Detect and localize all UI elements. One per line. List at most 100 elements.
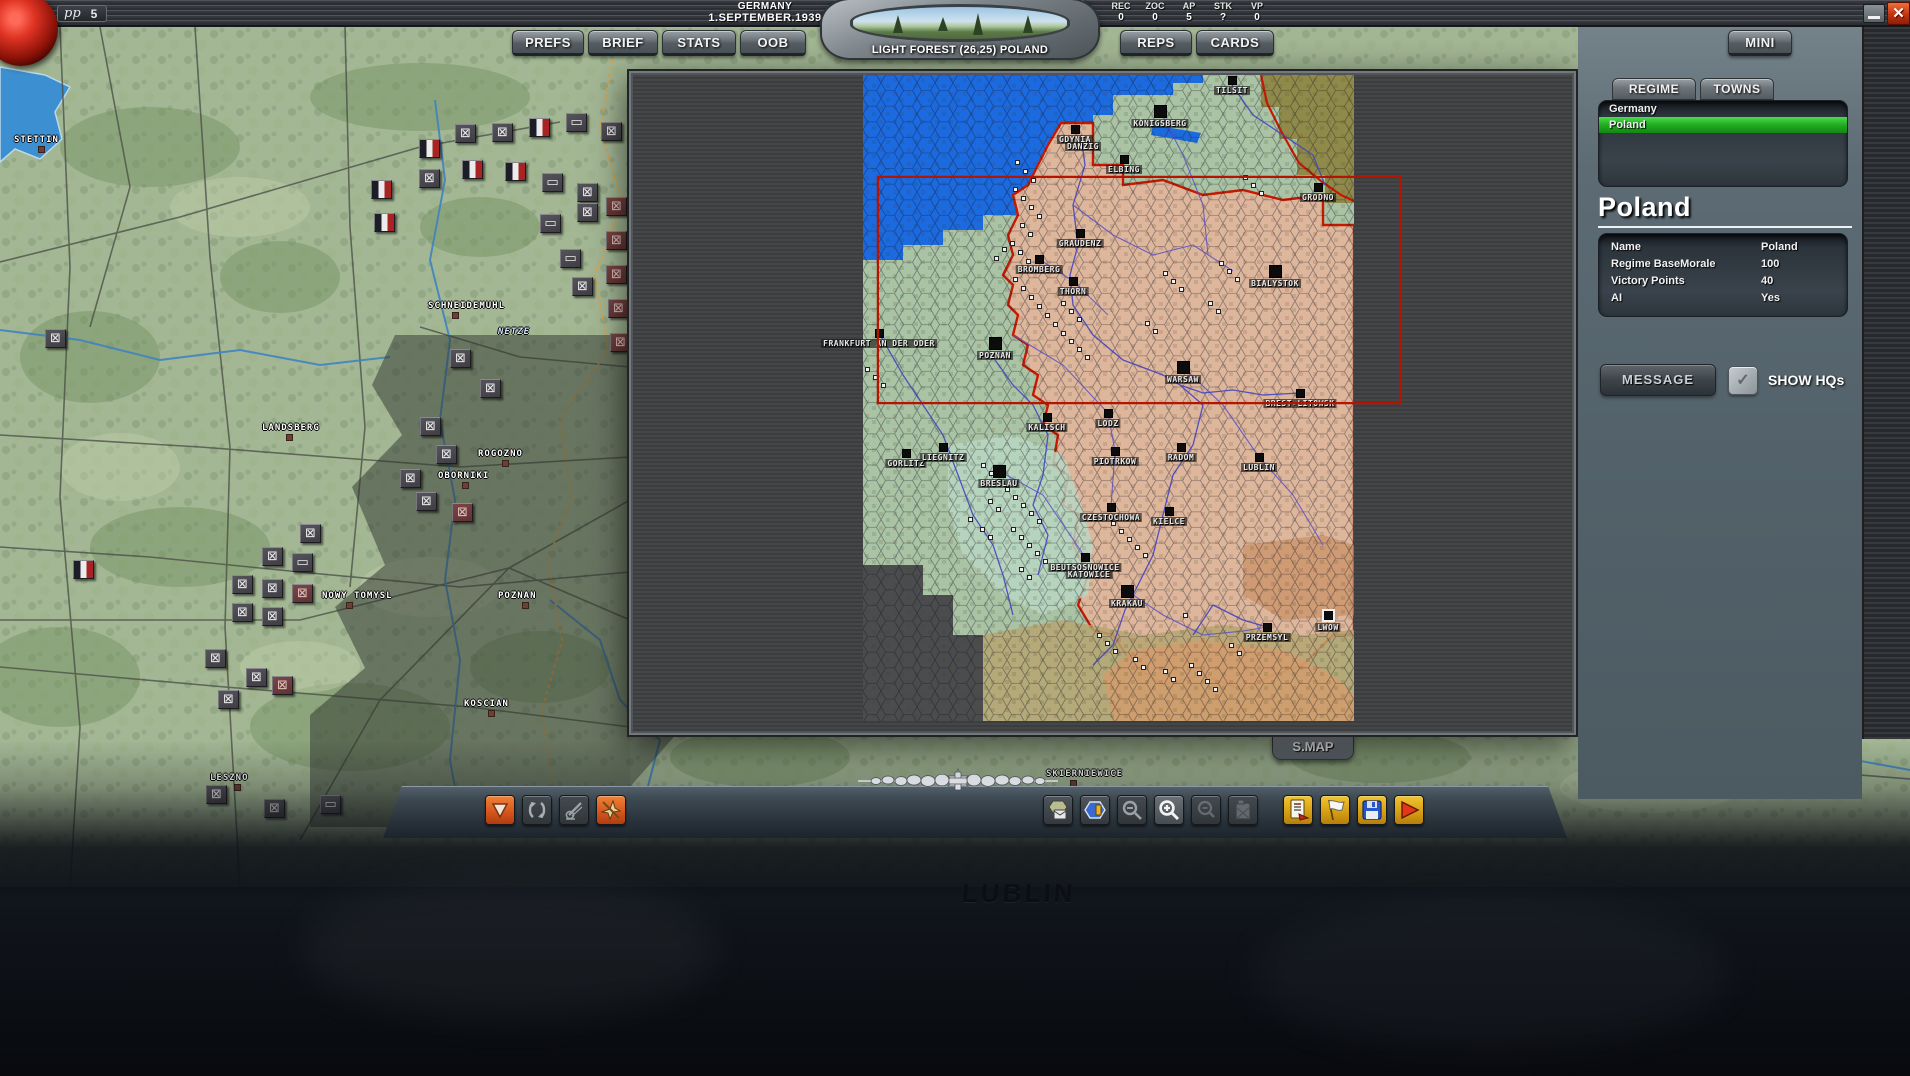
infantry-counter[interactable]: ⊠ bbox=[232, 575, 253, 594]
city-label: ELBING bbox=[1106, 165, 1142, 174]
mech-counter[interactable]: ▭ bbox=[540, 214, 561, 233]
infantry-counter[interactable]: ⊠ bbox=[419, 169, 440, 188]
mech-counter[interactable]: ▭ bbox=[560, 249, 581, 268]
infantry-counter[interactable]: ⊠ bbox=[45, 329, 66, 348]
detail-row: NamePoland bbox=[1599, 239, 1847, 256]
city-label: PRZEMSYL bbox=[1244, 633, 1291, 642]
polish-counter[interactable]: ⊠ bbox=[606, 197, 627, 216]
infantry-counter[interactable]: ⊠ bbox=[492, 123, 513, 142]
city-dot bbox=[1322, 609, 1335, 622]
minimize-button[interactable] bbox=[1863, 4, 1885, 23]
infantry-counter[interactable]: ⊠ bbox=[572, 277, 593, 296]
polish-counter[interactable]: ⊠ bbox=[606, 231, 627, 250]
message-button[interactable]: MESSAGE bbox=[1600, 364, 1716, 396]
infantry-counter[interactable]: ⊠ bbox=[601, 122, 622, 141]
city-dot bbox=[1081, 553, 1090, 562]
air-strike-button[interactable] bbox=[596, 795, 626, 825]
hq-flag-counter[interactable] bbox=[371, 180, 392, 199]
infantry-counter[interactable]: ⊠ bbox=[577, 203, 598, 222]
regime-list-item[interactable]: Poland bbox=[1599, 117, 1847, 133]
mini-button[interactable]: MINI bbox=[1728, 30, 1792, 56]
mech-counter[interactable]: ▭ bbox=[542, 173, 563, 192]
infantry-counter[interactable]: ⊠ bbox=[400, 469, 421, 488]
polish-counter[interactable]: ⊠ bbox=[608, 299, 629, 318]
game-screen: STETTINSCHNEIDEMUHLNETZELANDSBERGROGOZNO… bbox=[0, 0, 1910, 1076]
unit-dot bbox=[1171, 677, 1176, 682]
zoom-area-button[interactable] bbox=[1191, 795, 1221, 825]
save-icon bbox=[1360, 798, 1384, 822]
mech-counter[interactable]: ▭ bbox=[292, 553, 313, 572]
regime-list-item[interactable]: Germany bbox=[1599, 101, 1847, 117]
unit-dot bbox=[1037, 519, 1042, 524]
report-button[interactable] bbox=[1283, 795, 1313, 825]
infantry-counter[interactable]: ⊠ bbox=[577, 183, 598, 202]
stats-button[interactable]: STATS bbox=[662, 30, 736, 56]
end-turn-icon bbox=[1397, 798, 1421, 822]
infantry-counter[interactable]: ⊠ bbox=[264, 799, 285, 818]
save-button[interactable] bbox=[1357, 795, 1387, 825]
triangle-down-icon bbox=[489, 799, 511, 821]
artillery-button[interactable] bbox=[559, 795, 589, 825]
hq-flag-counter[interactable] bbox=[529, 118, 550, 137]
hq-flag-counter[interactable] bbox=[419, 139, 440, 158]
unit-dot bbox=[1043, 559, 1048, 564]
infantry-counter[interactable]: ⊠ bbox=[205, 649, 226, 668]
hex-mail-button[interactable] bbox=[1043, 795, 1073, 825]
infantry-counter[interactable]: ⊠ bbox=[416, 492, 437, 511]
cards-button[interactable]: CARDS bbox=[1196, 30, 1274, 56]
infantry-counter[interactable]: ⊠ bbox=[206, 785, 227, 804]
photo-ghost-shape bbox=[300, 880, 720, 1020]
brief-button[interactable]: BRIEF bbox=[588, 30, 658, 56]
infantry-counter[interactable]: ⊠ bbox=[436, 445, 457, 464]
unit-dot bbox=[1197, 671, 1202, 676]
stat-stk: STK? bbox=[1210, 1, 1236, 23]
prefs-button[interactable]: PREFS bbox=[512, 30, 584, 56]
town-dot bbox=[462, 482, 469, 489]
infantry-counter[interactable]: ⊠ bbox=[262, 547, 283, 566]
smap-button[interactable]: S.MAP bbox=[1272, 735, 1354, 760]
hq-flag-counter[interactable] bbox=[462, 160, 483, 179]
city-dot bbox=[1111, 447, 1120, 456]
infantry-counter[interactable]: ⊠ bbox=[262, 607, 283, 626]
infantry-counter[interactable]: ⊠ bbox=[455, 124, 476, 143]
infantry-counter[interactable]: ⊠ bbox=[246, 668, 267, 687]
viewport-rectangle[interactable] bbox=[877, 176, 1401, 404]
unit-dot bbox=[981, 463, 986, 468]
show-hqs-checkbox[interactable]: ✓ bbox=[1728, 366, 1758, 395]
infantry-counter[interactable]: ⊠ bbox=[480, 379, 501, 398]
mech-counter[interactable]: ▭ bbox=[566, 113, 587, 132]
city-label: PIOTRKOW bbox=[1092, 457, 1139, 466]
polish-counter[interactable]: ⊠ bbox=[606, 265, 627, 284]
infantry-counter[interactable]: ⊠ bbox=[232, 603, 253, 622]
infantry-counter[interactable]: ⊠ bbox=[218, 690, 239, 709]
infantry-counter[interactable]: ⊠ bbox=[450, 349, 471, 368]
white-flag-button[interactable] bbox=[1320, 795, 1350, 825]
hex-counter-button[interactable] bbox=[1080, 795, 1110, 825]
hq-flag-counter[interactable] bbox=[374, 213, 395, 232]
polish-counter[interactable]: ⊠ bbox=[272, 676, 293, 695]
unit-dot bbox=[1111, 521, 1116, 526]
tab-towns[interactable]: TOWNS bbox=[1700, 78, 1774, 100]
hq-flag-counter[interactable] bbox=[73, 560, 94, 579]
zoom-out-button[interactable] bbox=[1117, 795, 1147, 825]
infantry-counter[interactable]: ⊠ bbox=[262, 579, 283, 598]
infantry-counter[interactable]: ⊠ bbox=[300, 524, 321, 543]
polish-counter[interactable]: ⊠ bbox=[292, 584, 313, 603]
tab-regime[interactable]: REGIME bbox=[1612, 78, 1696, 100]
city-label: LIEGNITZ bbox=[920, 453, 967, 462]
unit-dot bbox=[865, 367, 870, 372]
unit-dot bbox=[1029, 511, 1034, 516]
fuel-can-button[interactable] bbox=[1228, 795, 1258, 825]
close-button[interactable]: ✕ bbox=[1887, 2, 1910, 25]
zoom-in-button[interactable] bbox=[1154, 795, 1184, 825]
triangle-down-button[interactable] bbox=[485, 795, 515, 825]
infantry-counter[interactable]: ⊠ bbox=[420, 417, 441, 436]
mech-counter[interactable]: ▭ bbox=[320, 795, 341, 814]
hq-flag-counter[interactable] bbox=[505, 162, 526, 181]
map-edge-strip bbox=[1862, 27, 1910, 739]
unit-dot bbox=[1143, 553, 1148, 558]
polish-counter[interactable]: ⊠ bbox=[452, 503, 473, 522]
report-icon bbox=[1286, 798, 1310, 822]
rotate-arrows-button[interactable] bbox=[522, 795, 552, 825]
end-turn-button[interactable] bbox=[1394, 795, 1424, 825]
